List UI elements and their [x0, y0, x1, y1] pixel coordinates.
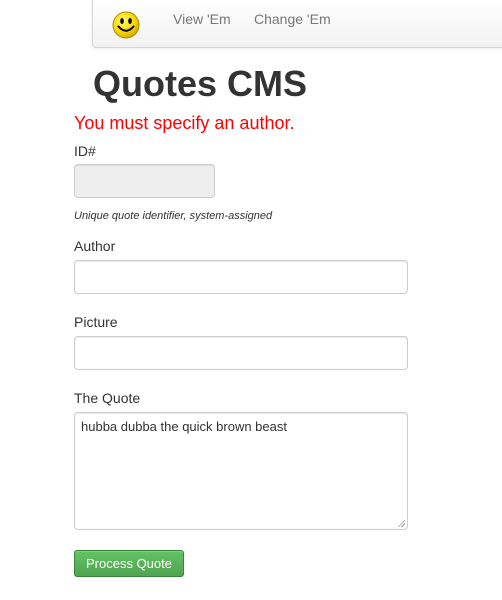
author-field[interactable]	[74, 260, 408, 294]
quote-label: The Quote	[74, 390, 141, 406]
picture-label: Picture	[74, 314, 118, 330]
quote-text: hubba dubba the quick brown beast	[81, 419, 287, 434]
process-quote-button[interactable]: Process Quote	[74, 550, 184, 577]
id-help-text: Unique quote identifier, system-assigned	[74, 210, 273, 222]
picture-field[interactable]	[74, 336, 408, 370]
smiley-icon[interactable]	[111, 10, 141, 40]
resize-grip-icon[interactable]	[397, 519, 405, 527]
navbar: View 'Em Change 'Em	[92, 0, 502, 48]
quote-textarea[interactable]: hubba dubba the quick brown beast	[74, 412, 408, 530]
id-label: ID#	[74, 143, 96, 159]
author-label: Author	[74, 238, 116, 254]
nav-view-link[interactable]: View 'Em	[173, 11, 231, 27]
id-field	[74, 164, 215, 198]
nav-change-link[interactable]: Change 'Em	[254, 11, 331, 27]
error-message: You must specify an author.	[74, 113, 295, 133]
page-title: Quotes CMS	[93, 63, 308, 104]
